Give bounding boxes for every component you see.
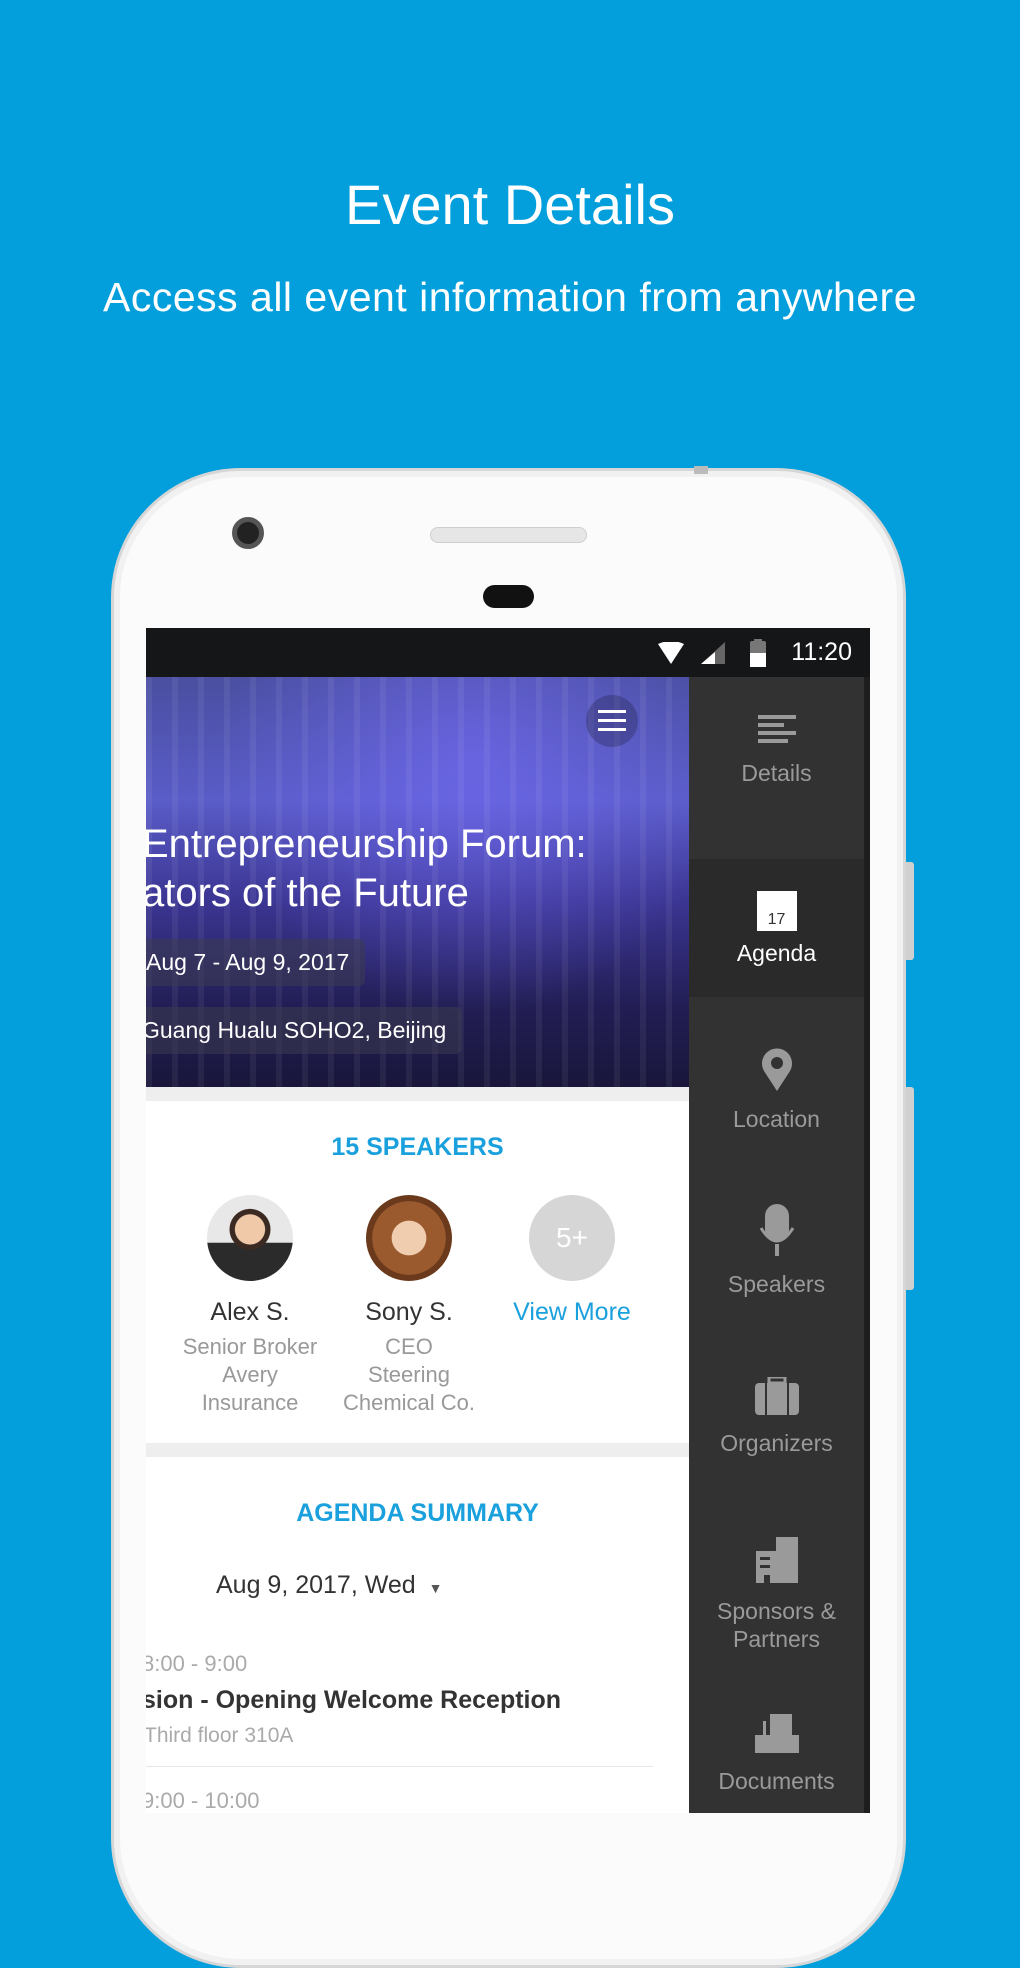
- agenda-header: AGENDA SUMMARY: [296, 1499, 539, 1527]
- microphone-icon: [759, 1204, 794, 1256]
- speaker-avatar-alex[interactable]: [207, 1195, 293, 1281]
- session-time: 9:00 - 10:00: [146, 1788, 260, 1813]
- event-location: Guang Hualu SOHO2, Beijing: [146, 1007, 463, 1054]
- speakers-header: 15 SPEAKERS: [331, 1133, 504, 1161]
- navigation-drawer: Details 17 Agenda Location Speakers Orga…: [689, 677, 864, 1813]
- speaker-title: Senior Broker Avery Insurance: [182, 1334, 318, 1415]
- speaker-title: CEO Steering Chemical Co.: [342, 1334, 476, 1415]
- session-room: Third floor 310A: [146, 1724, 294, 1747]
- briefcase-icon: [754, 1375, 799, 1415]
- speaker-name: Alex S.: [210, 1298, 290, 1326]
- menu-icon: [598, 710, 626, 713]
- speaker-grille: [430, 527, 587, 543]
- speaker-name: Sony S.: [365, 1298, 453, 1326]
- phone-screen: 11:20 Entrepreneurship Forum: ators of t…: [146, 628, 870, 1813]
- nav-item-details[interactable]: Details: [689, 715, 864, 787]
- nav-item-speakers[interactable]: Speakers: [689, 1204, 864, 1298]
- promo-subtitle: Access all event information from anywhe…: [102, 274, 917, 320]
- details-icon: [757, 715, 796, 743]
- agenda-date: Aug 9, 2017, Wed: [216, 1571, 416, 1599]
- battery-icon: [750, 639, 766, 667]
- status-time: 11:20: [791, 638, 852, 666]
- speaker-avatar-sony[interactable]: [366, 1195, 452, 1281]
- nav-item-sponsors[interactable]: Sponsors & Partners: [689, 1537, 864, 1653]
- nav-item-agenda[interactable]: 17 Agenda: [689, 859, 864, 997]
- calendar-icon: 17: [756, 891, 797, 931]
- buildings-icon: [755, 1537, 798, 1583]
- documents-icon: [754, 1712, 799, 1753]
- promo-title: Event Details: [345, 173, 675, 236]
- phone-volume-button: [906, 1087, 914, 1290]
- session-title[interactable]: sion - Opening Welcome Reception: [146, 1686, 561, 1715]
- dropdown-arrow-icon: ▼: [428, 1580, 443, 1596]
- event-dates: Aug 7 - Aug 9, 2017: [146, 939, 366, 986]
- agenda-date-dropdown[interactable]: Aug 9, 2017, Wed ▼: [216, 1571, 443, 1600]
- divider: [146, 1443, 689, 1457]
- event-title-line1: Entrepreneurship Forum:: [146, 822, 587, 866]
- phone-power-button: [906, 862, 914, 960]
- screen-edge: [864, 677, 870, 1813]
- menu-button[interactable]: [586, 695, 638, 747]
- view-more-link[interactable]: View More: [487, 1298, 657, 1327]
- status-bar: 11:20: [146, 628, 870, 677]
- event-hero-banner: Entrepreneurship Forum: ators of the Fut…: [146, 677, 689, 1087]
- event-title-line2: ators of the Future: [146, 871, 469, 915]
- nav-item-documents[interactable]: Documents: [689, 1712, 864, 1795]
- proximity-sensor: [483, 585, 534, 608]
- wifi-icon: [658, 642, 684, 664]
- nav-item-location[interactable]: Location: [689, 1047, 864, 1133]
- divider: [146, 1087, 689, 1101]
- front-camera: [232, 517, 264, 549]
- signal-icon: [701, 642, 725, 664]
- more-speakers-badge[interactable]: 5+: [529, 1195, 615, 1281]
- divider: [146, 1766, 653, 1767]
- session-time: 8:00 - 9:00: [146, 1651, 248, 1676]
- location-pin-icon: [761, 1048, 792, 1091]
- phone-top-bump: [694, 466, 708, 474]
- nav-item-organizers[interactable]: Organizers: [689, 1375, 864, 1457]
